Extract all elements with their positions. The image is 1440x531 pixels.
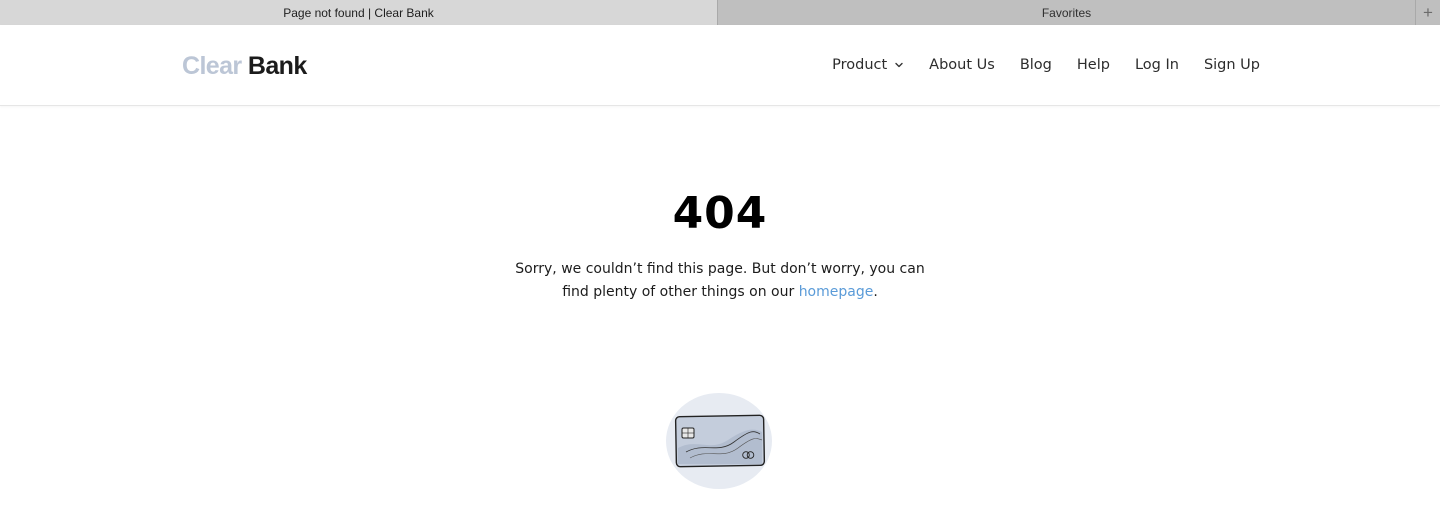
tab-label: Favorites bbox=[1041, 5, 1092, 20]
chevron-down-icon bbox=[895, 62, 903, 68]
main-nav: Product About Us Blog Help Log In Sign U… bbox=[832, 54, 1260, 76]
logo[interactable]: Clear Bank bbox=[182, 51, 307, 81]
nav-product-label: Product bbox=[832, 57, 888, 73]
logo-text-bank: Bank bbox=[247, 52, 307, 80]
error-message-end: . bbox=[873, 284, 878, 300]
tab-favorites[interactable]: Favorites bbox=[718, 0, 1415, 25]
tab-page-not-found[interactable]: Page not found | Clear Bank bbox=[0, 0, 718, 25]
nav-log-in[interactable]: Log In bbox=[1135, 54, 1179, 76]
plus-icon: + bbox=[1423, 2, 1433, 22]
browser-tab-bar: Page not found | Clear Bank Favorites + bbox=[0, 0, 1440, 25]
nav-about-us[interactable]: About Us bbox=[929, 54, 995, 76]
tab-label: Page not found | Clear Bank bbox=[283, 5, 434, 20]
logo-text-clear: Clear bbox=[182, 52, 242, 80]
site-header: Clear Bank Product About Us Blog Help Lo… bbox=[0, 25, 1440, 106]
credit-card-illustration bbox=[666, 393, 772, 489]
nav-sign-up[interactable]: Sign Up bbox=[1204, 54, 1260, 76]
homepage-link[interactable]: homepage bbox=[799, 284, 874, 300]
main-content: 404 Sorry, we couldn’t find this page. B… bbox=[0, 106, 1440, 531]
new-tab-button[interactable]: + bbox=[1415, 0, 1440, 25]
nav-product[interactable]: Product bbox=[832, 54, 904, 76]
error-message: Sorry, we couldn’t find this page. But d… bbox=[500, 258, 940, 304]
nav-help[interactable]: Help bbox=[1077, 54, 1110, 76]
nav-blog[interactable]: Blog bbox=[1020, 54, 1052, 76]
error-code: 404 bbox=[672, 188, 768, 239]
